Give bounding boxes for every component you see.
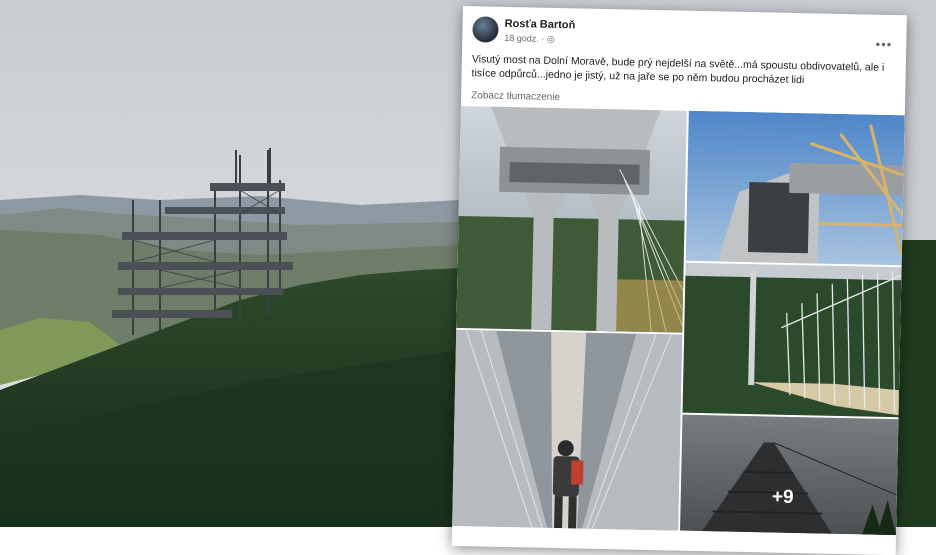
see-translation-link[interactable]: Zobacz tłumaczenie bbox=[471, 90, 560, 103]
post-meta: 18 godz. · ◎ bbox=[504, 33, 555, 45]
more-options-icon[interactable]: ••• bbox=[875, 37, 892, 52]
photo-5[interactable]: +9 bbox=[680, 414, 899, 536]
more-photos-count: +9 bbox=[772, 487, 794, 508]
photo-2[interactable] bbox=[685, 110, 905, 266]
post-text: Visutý most na Dolní Moravě, bude prý ne… bbox=[471, 53, 885, 87]
photo-4[interactable] bbox=[682, 262, 902, 418]
photo-1[interactable] bbox=[456, 105, 687, 333]
photo-grid: +9 bbox=[452, 105, 905, 536]
facebook-post-card: Rosťa Bartoň 18 godz. · ◎ ••• Visutý mos… bbox=[451, 6, 907, 555]
photo-3[interactable] bbox=[452, 329, 683, 531]
post-time[interactable]: 18 godz. bbox=[504, 33, 539, 44]
post-author[interactable]: Rosťa Bartoň bbox=[505, 18, 576, 31]
avatar[interactable] bbox=[472, 16, 499, 43]
globe-icon: ◎ bbox=[546, 33, 555, 44]
